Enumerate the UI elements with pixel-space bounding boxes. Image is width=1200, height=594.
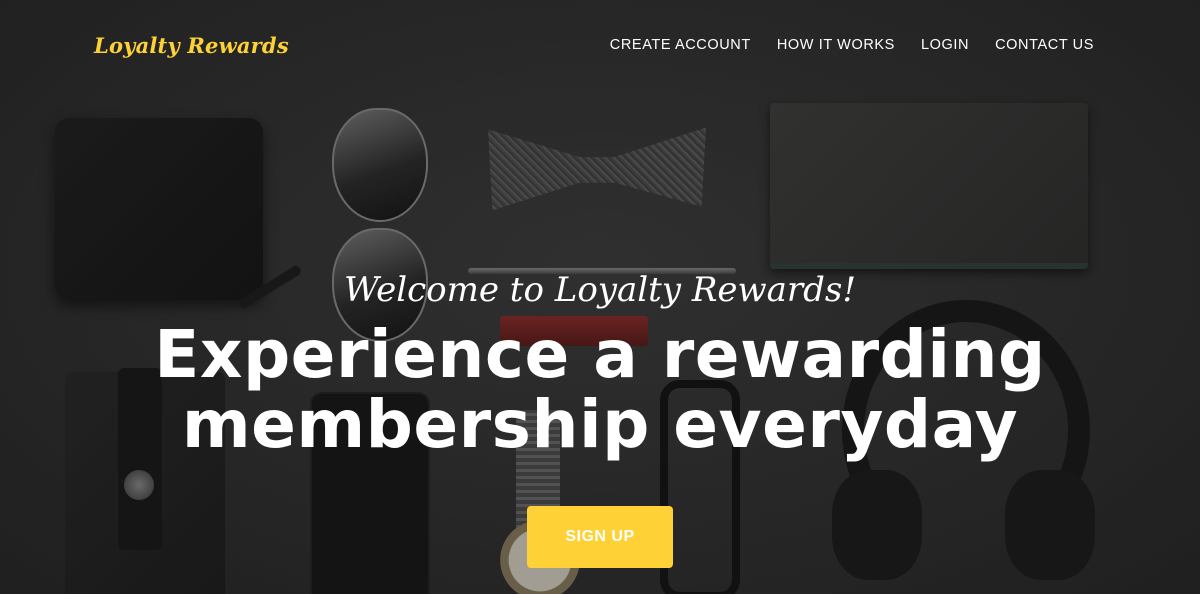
sign-up-button[interactable]: SIGN UP [527,506,673,568]
hero-subheading: Welcome to Loyalty Rewards! [343,270,857,310]
hero-content: Welcome to Loyalty Rewards! Experience a… [0,266,1200,568]
hero-section: Loyalty Rewards CREATE ACCOUNT HOW IT WO… [0,0,1200,594]
nav-create-account[interactable]: CREATE ACCOUNT [610,37,751,53]
brand-logo[interactable]: Loyalty Rewards [94,33,289,58]
nav-how-it-works[interactable]: HOW IT WORKS [777,37,895,53]
nav-contact-us[interactable]: CONTACT US [995,37,1094,53]
hero-heading: Experience a rewarding membership everyd… [154,316,1046,463]
top-navbar: Loyalty Rewards CREATE ACCOUNT HOW IT WO… [0,0,1200,90]
nav-links: CREATE ACCOUNT HOW IT WORKS LOGIN CONTAC… [610,37,1094,53]
nav-login[interactable]: LOGIN [921,37,969,53]
